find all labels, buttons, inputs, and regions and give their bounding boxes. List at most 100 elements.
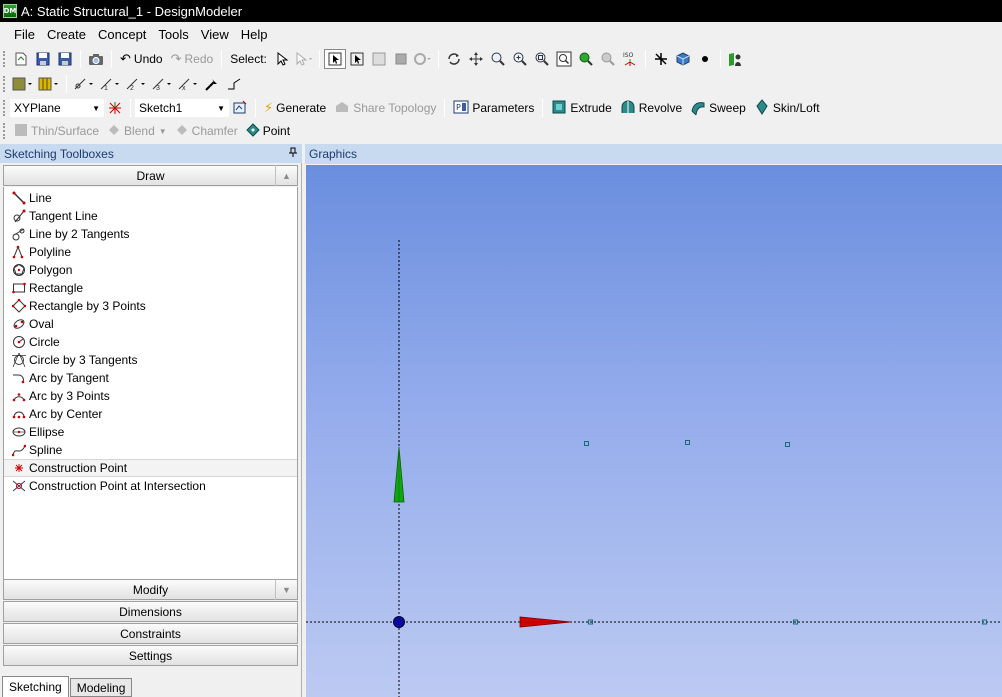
tool-circle-by-3-tangents[interactable]: Circle by 3 Tangents (4, 351, 297, 369)
tab-sketching[interactable]: Sketching (2, 676, 69, 697)
previous-view-icon[interactable] (575, 49, 597, 69)
tool-oval[interactable]: Oval (4, 315, 297, 333)
share-topology-button[interactable]: Share Topology (330, 98, 440, 118)
tool-rectangle-by-3-points[interactable]: Rectangle by 3 Points (4, 297, 297, 315)
skin-loft-button[interactable]: Skin/Loft (750, 98, 824, 118)
origin-point[interactable] (393, 616, 405, 628)
new-sketch-icon[interactable] (229, 98, 251, 118)
graphics-header: Graphics (305, 144, 1002, 164)
panel-title: Sketching Toolboxes (4, 146, 114, 161)
display-model-icon[interactable] (672, 49, 694, 69)
blend-button[interactable]: Blend ▼ (103, 121, 171, 141)
toolbar-separator (437, 50, 439, 68)
face-display-icon[interactable] (10, 74, 36, 94)
pin-arrow-icon[interactable] (201, 74, 223, 94)
new-plane-icon[interactable] (104, 98, 126, 118)
thin-surface-button[interactable]: Thin/Surface (10, 121, 103, 141)
toolbar-grip[interactable] (3, 123, 6, 139)
save-icon[interactable] (32, 49, 54, 69)
select-point-icon[interactable] (323, 49, 346, 69)
chamfer-button[interactable]: Chamfer (171, 121, 242, 141)
camera-icon[interactable] (85, 49, 107, 69)
iso-view-icon[interactable]: ISO (619, 49, 641, 69)
next-view-icon[interactable] (597, 49, 619, 69)
tool-spline[interactable]: Spline (4, 441, 297, 459)
revolve-button[interactable]: Revolve (616, 98, 686, 118)
dimensions-toolbox-header[interactable]: Dimensions (3, 601, 298, 622)
toolbar-grip[interactable] (3, 76, 6, 92)
settings-toolbox-header[interactable]: Settings (3, 645, 298, 666)
line-style-icon[interactable] (223, 74, 245, 94)
menu-file[interactable]: File (8, 27, 41, 42)
face-options-icon[interactable]: 3 (149, 74, 175, 94)
menu-help[interactable]: Help (235, 27, 274, 42)
sweep-button[interactable]: Sweep (686, 98, 750, 118)
zoom-to-fit-icon[interactable] (531, 49, 553, 69)
construction-point[interactable] (584, 441, 589, 446)
line-options-icon[interactable]: 1 (97, 74, 123, 94)
generate-button[interactable]: ⚡ Generate (260, 98, 330, 118)
select-mode-icon[interactable] (271, 49, 293, 69)
tool-polygon[interactable]: Polygon (4, 261, 297, 279)
tool-label: Arc by Center (29, 407, 103, 421)
scroll-up-icon[interactable]: ▲ (275, 165, 297, 186)
tool-arc-by-3-points[interactable]: Arc by 3 Points (4, 387, 297, 405)
sketch-canvas[interactable] (306, 165, 1002, 697)
display-point-icon[interactable] (694, 49, 716, 69)
tool-circle[interactable]: Circle (4, 333, 297, 351)
extrude-button[interactable]: Extrude (547, 98, 615, 118)
draw-toolbox-header[interactable]: Draw ▲ (3, 165, 298, 186)
modify-toolbox-header[interactable]: Modify ▼ (3, 579, 298, 600)
scroll-down-icon[interactable]: ▼ (275, 579, 297, 600)
pan-icon[interactable] (465, 49, 487, 69)
tool-polyline[interactable]: Polyline (4, 243, 297, 261)
tool-rectangle[interactable]: Rectangle (4, 279, 297, 297)
plane-select[interactable]: XYPlane ▼ (10, 99, 104, 117)
tool-line-by-2-tangents[interactable]: Line by 2 Tangents (4, 225, 297, 243)
point-button[interactable]: Point (242, 121, 294, 141)
toolbar-grip[interactable] (3, 100, 6, 116)
select-edge-icon[interactable] (346, 49, 368, 69)
point-feature-icon (245, 122, 260, 140)
tool-arc-by-tangent[interactable]: Arc by Tangent (4, 369, 297, 387)
tool-construction-point[interactable]: Construction Point (4, 459, 297, 477)
tool-tangent-line[interactable]: Tangent Line (4, 207, 297, 225)
construction-point[interactable] (685, 440, 690, 445)
toolbar-separator (111, 50, 112, 68)
tool-construction-point-at-intersection[interactable]: Construction Point at Intersection (4, 477, 297, 495)
pin-icon[interactable] (288, 147, 298, 160)
new-geometry-icon[interactable] (10, 49, 32, 69)
edge-options-icon[interactable]: 2 (123, 74, 149, 94)
graphics-viewport[interactable] (306, 165, 1002, 697)
toolbar-grip[interactable] (3, 51, 6, 67)
svg-text:P: P (456, 103, 461, 112)
select-type-dropdown-icon[interactable] (293, 49, 315, 69)
construction-point[interactable] (785, 442, 790, 447)
magnifier-window-icon[interactable] (553, 49, 575, 69)
constraints-toolbox-header[interactable]: Constraints (3, 623, 298, 644)
tool-line[interactable]: Line (4, 189, 297, 207)
save-as-icon[interactable] (54, 49, 76, 69)
look-at-icon[interactable] (725, 49, 747, 69)
tool-ellipse[interactable]: Ellipse (4, 423, 297, 441)
extend-selection-icon[interactable] (412, 49, 434, 69)
select-body-icon[interactable] (390, 49, 412, 69)
menu-create[interactable]: Create (41, 27, 92, 42)
menu-tools[interactable]: Tools (152, 27, 194, 42)
edge-display-icon[interactable] (36, 74, 62, 94)
tool-arc-by-center[interactable]: Arc by Center (4, 405, 297, 423)
menu-view[interactable]: View (195, 27, 235, 42)
select-face-icon[interactable] (368, 49, 390, 69)
display-plane-icon[interactable] (650, 49, 672, 69)
tab-modeling[interactable]: Modeling (69, 678, 133, 697)
parameters-button[interactable]: P Parameters (449, 98, 538, 118)
cross-section-options-icon[interactable]: x (175, 74, 201, 94)
zoom-icon[interactable] (487, 49, 509, 69)
redo-button[interactable]: ↷ Redo (167, 49, 218, 69)
box-zoom-icon[interactable] (509, 49, 531, 69)
sketch-select[interactable]: Sketch1 ▼ (135, 99, 229, 117)
point-options-icon[interactable] (71, 74, 97, 94)
menu-concept[interactable]: Concept (92, 27, 152, 42)
undo-button[interactable]: ↶ Undo (116, 49, 167, 69)
rotate-icon[interactable] (443, 49, 465, 69)
